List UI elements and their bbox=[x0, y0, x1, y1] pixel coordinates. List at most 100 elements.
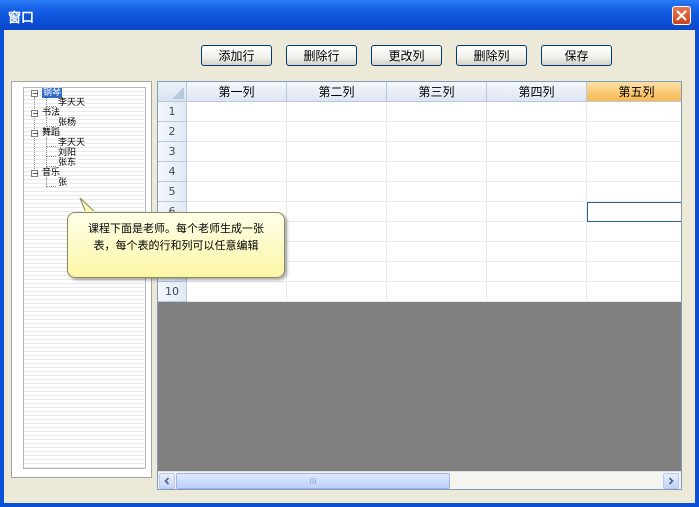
tree-node-teacher[interactable]: 张杨 bbox=[58, 118, 76, 128]
course-teacher-tree[interactable]: − 钢琴 李天天 − 书法 张杨 − 舞蹈 李天天 刘阳 张东 − 音乐 张 bbox=[23, 87, 146, 469]
grid-cell[interactable] bbox=[187, 162, 287, 182]
app-window: 窗口 添加行 删除行 更改列 删除列 保存 − 钢琴 李天天 − 书法 张杨 −… bbox=[0, 0, 699, 507]
tree-node-course[interactable]: 舞蹈 bbox=[42, 128, 60, 138]
collapse-icon[interactable]: − bbox=[31, 170, 39, 178]
grid-cell[interactable] bbox=[287, 262, 387, 282]
grid-cell[interactable] bbox=[187, 102, 287, 122]
row-header[interactable]: 4 bbox=[158, 162, 187, 182]
tooltip-line: 表，每个表的行和列可以任意编辑 bbox=[93, 239, 259, 252]
grid-cell[interactable] bbox=[387, 142, 487, 162]
collapse-icon[interactable]: − bbox=[31, 90, 39, 98]
grid-cell[interactable] bbox=[287, 102, 387, 122]
grid-cell[interactable] bbox=[387, 162, 487, 182]
grid-cell[interactable] bbox=[487, 182, 587, 202]
grid-cell[interactable] bbox=[487, 222, 587, 242]
scroll-grip: III bbox=[309, 476, 317, 486]
row-header[interactable]: 3 bbox=[158, 142, 187, 162]
grid-cell[interactable] bbox=[587, 102, 681, 122]
grid-cell[interactable] bbox=[587, 142, 681, 162]
grid-cell[interactable] bbox=[487, 202, 587, 222]
grid-cell[interactable] bbox=[187, 182, 287, 202]
grid-cell[interactable] bbox=[287, 122, 387, 142]
collapse-icon[interactable]: − bbox=[31, 130, 39, 138]
grid-cell[interactable] bbox=[587, 182, 681, 202]
row-header[interactable]: 1 bbox=[158, 102, 187, 122]
title-bar[interactable]: 窗口 bbox=[0, 0, 699, 30]
grid-cell[interactable] bbox=[587, 122, 681, 142]
row-header[interactable]: 2 bbox=[158, 122, 187, 142]
tree-node-teacher[interactable]: 李天天 bbox=[58, 98, 85, 108]
grid-cell[interactable] bbox=[487, 142, 587, 162]
grid-cell[interactable] bbox=[487, 102, 587, 122]
grid-cell[interactable] bbox=[287, 142, 387, 162]
grid-cell[interactable] bbox=[287, 222, 387, 242]
grid-cell[interactable] bbox=[387, 182, 487, 202]
grid-cell[interactable] bbox=[287, 162, 387, 182]
save-button[interactable]: 保存 bbox=[541, 45, 612, 66]
scroll-right-button[interactable] bbox=[663, 473, 679, 489]
column-header[interactable]: 第二列 bbox=[287, 82, 387, 102]
collapse-icon[interactable]: − bbox=[31, 110, 39, 118]
column-header-active[interactable]: 第五列 bbox=[587, 82, 681, 102]
horizontal-scrollbar[interactable]: III bbox=[158, 471, 681, 489]
arrow-left-icon bbox=[164, 477, 170, 485]
row-header[interactable]: 5 bbox=[158, 182, 187, 202]
tree-node-course[interactable]: 钢琴 bbox=[42, 88, 63, 98]
tooltip-balloon: 课程下面是老师。每个老师生成一张 表，每个表的行和列可以任意编辑 bbox=[67, 212, 285, 278]
tooltip-line: 课程下面是老师。每个老师生成一张 bbox=[88, 222, 264, 235]
arrow-right-icon bbox=[668, 477, 674, 485]
grid-cell[interactable] bbox=[287, 182, 387, 202]
grid-cell[interactable] bbox=[587, 282, 681, 302]
grid-cell[interactable] bbox=[387, 262, 487, 282]
delete-row-button[interactable]: 删除行 bbox=[286, 45, 357, 66]
tree-node-course[interactable]: 音乐 bbox=[42, 168, 60, 178]
grid-cell[interactable] bbox=[387, 282, 487, 302]
scroll-thumb[interactable]: III bbox=[176, 473, 450, 489]
column-header[interactable]: 第四列 bbox=[487, 82, 587, 102]
tree-node-teacher[interactable]: 李天天 bbox=[58, 138, 85, 148]
grid-cell[interactable] bbox=[587, 162, 681, 182]
add-row-button[interactable]: 添加行 bbox=[201, 45, 272, 66]
grid-cell[interactable] bbox=[387, 242, 487, 262]
tree-connector bbox=[46, 146, 56, 147]
tree-connector bbox=[46, 106, 56, 107]
grid-cell[interactable] bbox=[587, 222, 681, 242]
grid-cell[interactable] bbox=[187, 122, 287, 142]
grid-cell[interactable] bbox=[387, 202, 487, 222]
tree-node-teacher[interactable]: 张东 bbox=[58, 158, 76, 168]
tree-connector bbox=[46, 186, 56, 187]
column-header[interactable]: 第一列 bbox=[187, 82, 287, 102]
grid-cell[interactable] bbox=[587, 262, 681, 282]
tree-connector bbox=[46, 166, 56, 167]
tree-node-course[interactable]: 书法 bbox=[42, 108, 60, 118]
grid-cell[interactable] bbox=[487, 242, 587, 262]
grid-cell[interactable] bbox=[187, 282, 287, 302]
data-grid[interactable]: 第一列 第二列 第三列 第四列 第五列 12345678910 III bbox=[157, 81, 682, 490]
grid-cell[interactable] bbox=[487, 162, 587, 182]
tree-connector bbox=[46, 137, 47, 167]
grid-cell[interactable] bbox=[387, 222, 487, 242]
delete-column-button[interactable]: 删除列 bbox=[456, 45, 527, 66]
close-button[interactable] bbox=[672, 6, 691, 25]
tree-panel: − 钢琴 李天天 − 书法 张杨 − 舞蹈 李天天 刘阳 张东 − 音乐 张 bbox=[11, 81, 152, 478]
change-column-button[interactable]: 更改列 bbox=[371, 45, 442, 66]
grid-cell[interactable] bbox=[387, 102, 487, 122]
tree-connector bbox=[46, 126, 56, 127]
window-client-area: 添加行 删除行 更改列 删除列 保存 − 钢琴 李天天 − 书法 张杨 − 舞蹈… bbox=[4, 30, 695, 503]
grid-cell[interactable] bbox=[287, 202, 387, 222]
grid-cell[interactable] bbox=[487, 262, 587, 282]
scroll-left-button[interactable] bbox=[159, 473, 175, 489]
column-header[interactable]: 第三列 bbox=[387, 82, 487, 102]
grid-cell[interactable] bbox=[287, 242, 387, 262]
grid-cell[interactable] bbox=[287, 282, 387, 302]
row-header[interactable]: 10 bbox=[158, 282, 187, 302]
select-all-corner[interactable] bbox=[158, 82, 187, 102]
grid-cell[interactable] bbox=[387, 122, 487, 142]
grid-cell-focused[interactable] bbox=[587, 202, 681, 222]
tree-node-teacher[interactable]: 刘阳 bbox=[58, 148, 76, 158]
grid-cell[interactable] bbox=[487, 282, 587, 302]
grid-cell[interactable] bbox=[187, 142, 287, 162]
grid-cell[interactable] bbox=[487, 122, 587, 142]
tree-node-teacher[interactable]: 张 bbox=[58, 178, 67, 188]
grid-cell[interactable] bbox=[587, 242, 681, 262]
